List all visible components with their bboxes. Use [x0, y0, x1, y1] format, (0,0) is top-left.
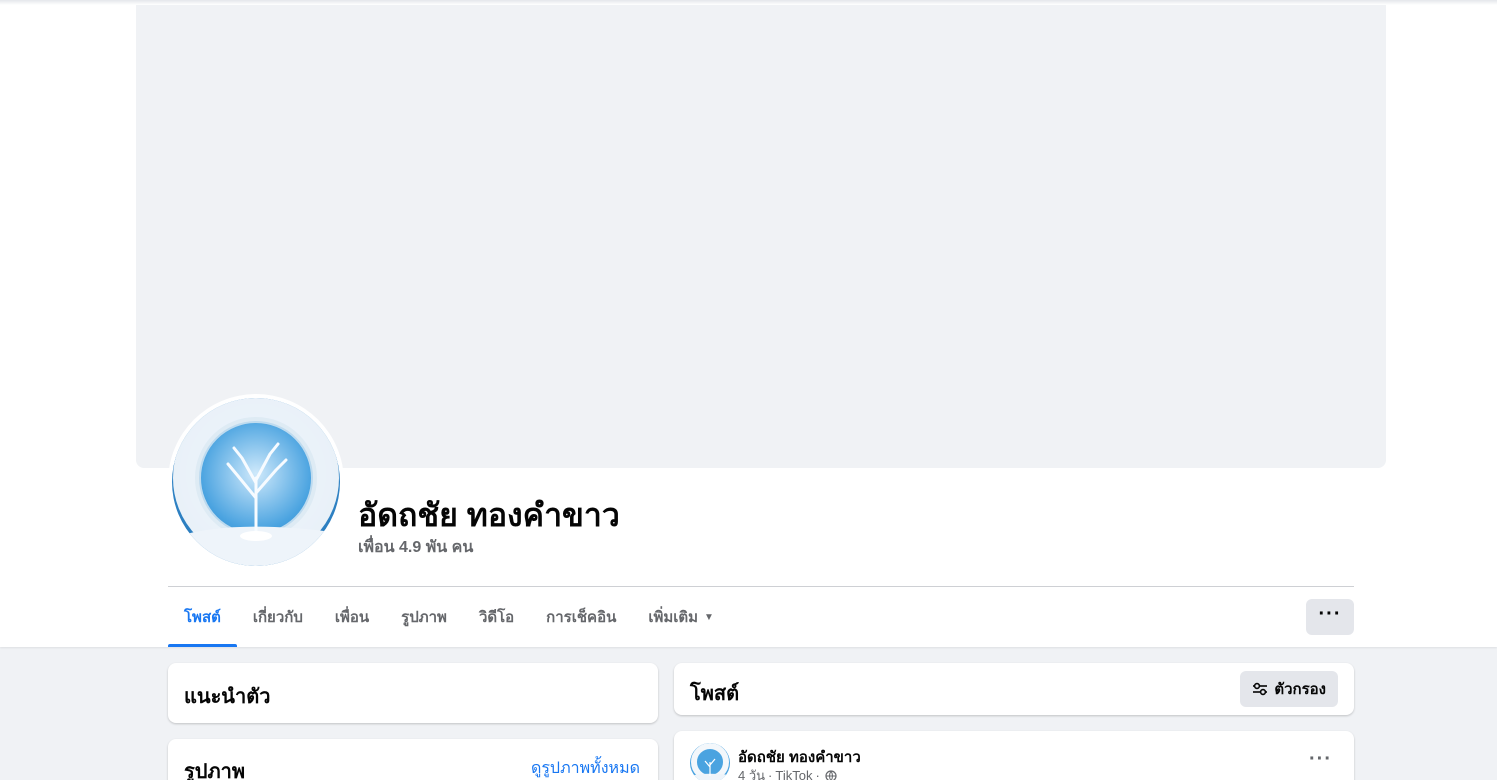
post-meta: 4 วัน · TikTok · — [738, 765, 837, 780]
tab-label: เกี่ยวกับ — [252, 609, 303, 626]
winter-tree-avatar-image — [172, 398, 340, 566]
profile-name: อัดถชัย ทองคำขาว — [358, 497, 620, 533]
tab-label: รูปภาพ — [401, 609, 447, 626]
caret-down-icon: ▼ — [704, 611, 714, 623]
cover-photo[interactable] — [136, 5, 1386, 468]
post-author-avatar[interactable] — [690, 743, 730, 780]
tab-more[interactable]: เพิ่มเติม ▼ — [632, 587, 730, 647]
post-time[interactable]: 4 วัน — [738, 765, 765, 780]
post-source: TikTok — [775, 768, 813, 780]
meta-separator: · — [768, 768, 773, 780]
filter-button[interactable]: ตัวกรอง — [1240, 671, 1338, 707]
globe-icon[interactable] — [825, 769, 837, 780]
tab-label: เพื่อน — [334, 609, 370, 626]
profile-avatar[interactable] — [168, 394, 344, 570]
photos-title: รูปภาพ — [184, 761, 246, 780]
post-card: อัดถชัย ทองคำขาว 4 วัน · TikTok · ··· — [674, 731, 1354, 780]
post-options-button[interactable]: ··· — [1309, 749, 1332, 769]
tab-videos[interactable]: วิดีโอ — [463, 587, 530, 647]
tab-checkins[interactable]: การเช็คอิน — [530, 587, 632, 647]
tab-photos[interactable]: รูปภาพ — [385, 587, 463, 647]
tab-label: โพสต์ — [184, 609, 221, 626]
more-options-button[interactable]: ··· — [1306, 599, 1354, 635]
tab-friends[interactable]: เพื่อน — [319, 587, 385, 647]
tab-about[interactable]: เกี่ยวกับ — [237, 587, 319, 647]
filter-label: ตัวกรอง — [1274, 681, 1326, 698]
posts-header-card: โพสต์ ตัวกรอง — [674, 663, 1354, 715]
photos-card: รูปภาพ ดูรูปภาพทั้งหมด — [168, 739, 658, 780]
tab-label: เพิ่มเติม — [648, 609, 699, 626]
see-all-photos-link[interactable]: ดูรูปภาพทั้งหมด — [531, 756, 640, 780]
friend-count[interactable]: เพื่อน 4.9 พัน คน — [358, 535, 473, 560]
intro-title: แนะนำตัว — [184, 686, 271, 708]
tab-label: วิดีโอ — [478, 609, 515, 626]
filter-sliders-icon — [1253, 682, 1268, 696]
tab-posts[interactable]: โพสต์ — [168, 587, 237, 647]
tab-label: การเช็คอิน — [546, 609, 617, 626]
profile-tabs: โพสต์ เกี่ยวกับ เพื่อน รูปภาพ วิดีโอ การ… — [168, 587, 730, 647]
meta-separator: · — [815, 768, 820, 780]
intro-card: แนะนำตัว — [168, 663, 658, 723]
posts-title: โพสต์ — [690, 683, 740, 705]
